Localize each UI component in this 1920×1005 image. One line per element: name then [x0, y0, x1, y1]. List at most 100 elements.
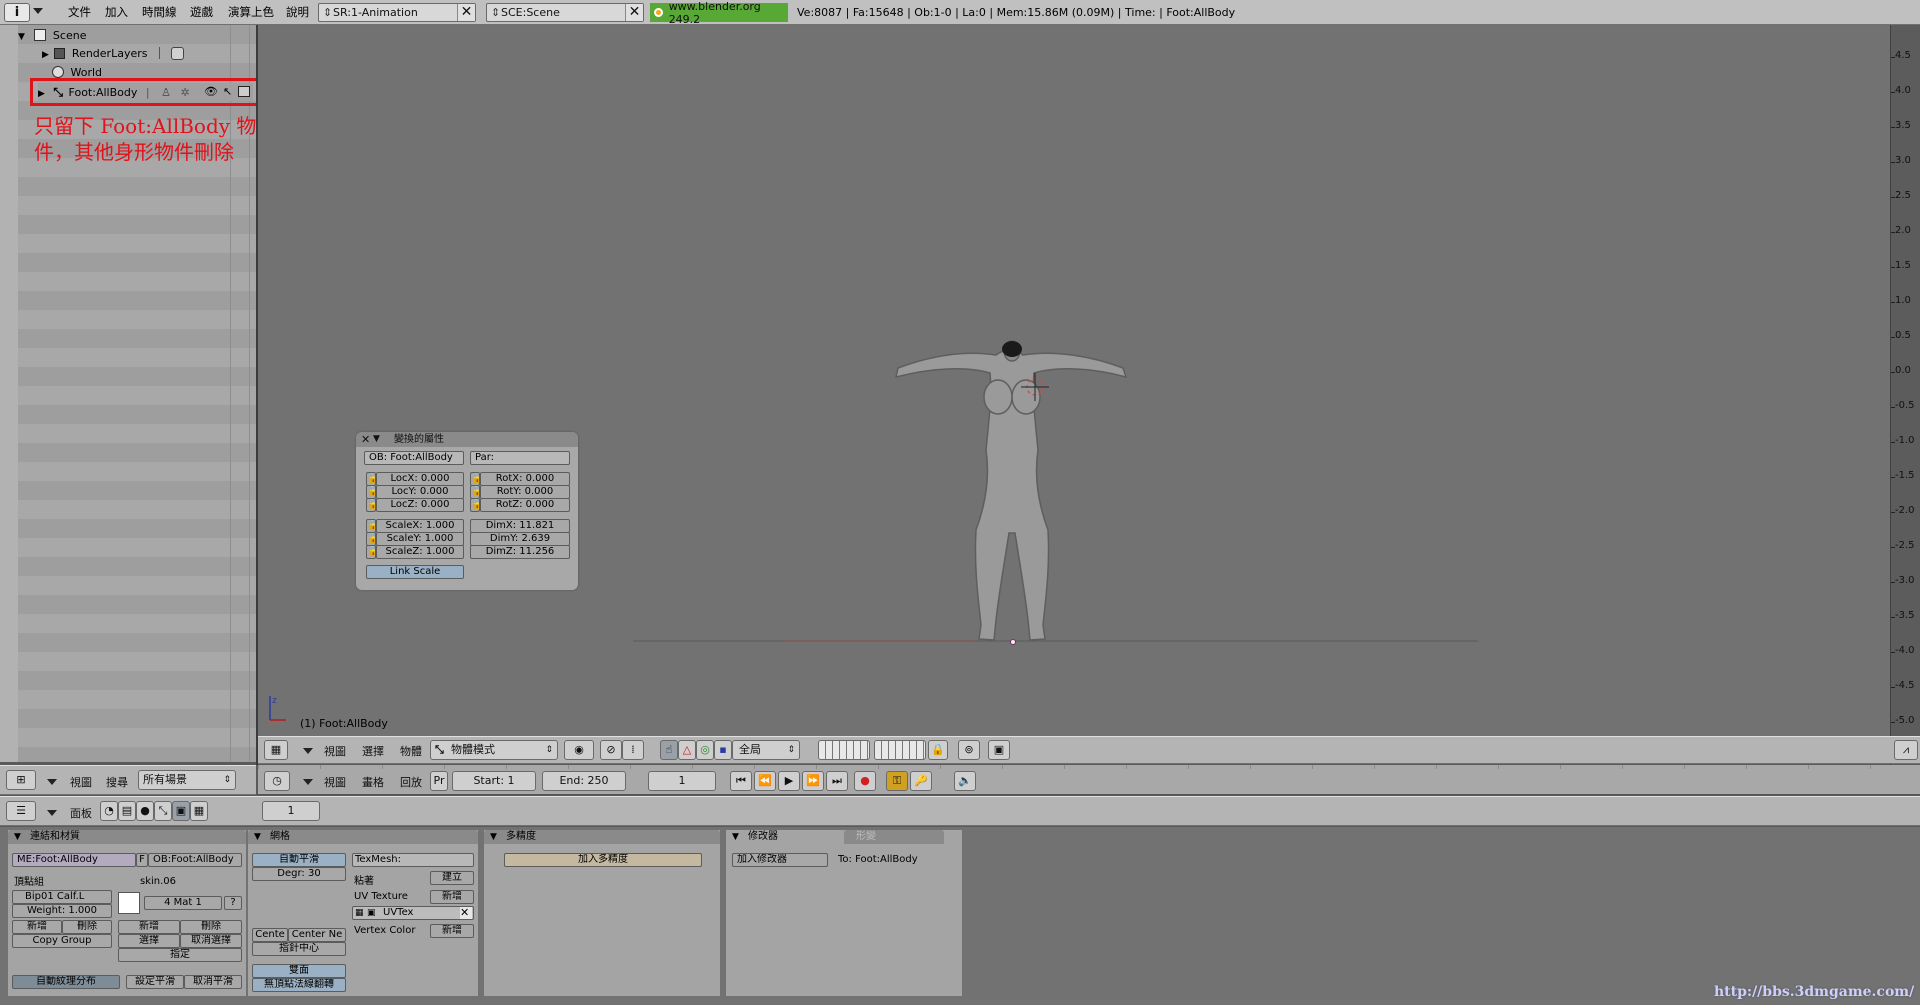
modifiers-tab[interactable]: ▼ 修改器 [726, 830, 844, 844]
proportional-icon[interactable]: ⁞ [622, 740, 644, 760]
link-scale-button[interactable]: Link Scale [366, 565, 464, 579]
preview-range-button[interactable]: Pr [430, 771, 448, 791]
screen-selector[interactable]: ⇕SR:1-Animation ✕ [318, 3, 476, 22]
copy-group-button[interactable]: Copy Group [12, 934, 112, 948]
view3d-menu-view[interactable]: 視圖 [324, 743, 346, 759]
timeline-collapse-icon[interactable] [303, 779, 313, 785]
vgroup-new-button[interactable]: 新增 [12, 920, 62, 934]
multires-panel-header[interactable]: ▼ 多精度 [484, 830, 720, 844]
blender-website-link[interactable]: www.blender.org 249.2 [650, 0, 788, 26]
parent-field[interactable]: Par: [470, 451, 570, 465]
scalex-field[interactable]: ScaleX: 1.000 [376, 519, 464, 533]
sticky-make-button[interactable]: 建立 [430, 871, 474, 885]
lock-locx-icon[interactable]: 🔒 [366, 472, 376, 486]
render-camera-view-icon[interactable]: ▣ [988, 740, 1010, 760]
set-smooth-button[interactable]: 設定平滑 [126, 975, 184, 989]
pivot-icon[interactable]: ⊘ [600, 740, 622, 760]
jump-start-icon[interactable]: ⏮ [730, 771, 752, 791]
material-assign-button[interactable]: 指定 [118, 948, 242, 962]
uv-texture-new-button[interactable]: 新增 [430, 890, 474, 904]
lock-locz-icon[interactable]: 🔒 [366, 498, 376, 512]
dimx-field[interactable]: DimX: 11.821 [470, 519, 570, 533]
record-icon[interactable]: ● [854, 771, 876, 791]
autosmooth-toggle[interactable]: 自動平滑 [252, 853, 346, 867]
view3d-menu-select[interactable]: 選擇 [362, 743, 384, 759]
script-context-icon[interactable]: ▤ [118, 801, 136, 821]
info-icon[interactable]: i [4, 3, 30, 22]
manipulator-scale-icon[interactable]: ▪ [714, 740, 732, 760]
shading-context-icon[interactable]: ● [136, 801, 154, 821]
no-vnormal-flip-toggle[interactable]: 無頂點法線翻轉 [252, 978, 346, 992]
outliner-menu-search[interactable]: 搜尋 [106, 774, 128, 790]
outliner-row-scene[interactable]: ▼ Scene [18, 27, 86, 45]
dimy-field[interactable]: DimY: 2.639 [470, 532, 570, 546]
menu-timeline[interactable]: 時間線 [142, 0, 177, 25]
render-preview-icon[interactable]: ⊚ [958, 740, 980, 760]
locy-field[interactable]: LocY: 0.000 [376, 485, 464, 499]
jump-prev-key-icon[interactable]: ⏪ [754, 771, 776, 791]
mode-selector[interactable]: ⤡ 物體模式 ⇕ [430, 740, 558, 760]
keying-set-icon[interactable]: ⚿ [886, 771, 908, 791]
keyframe-key-icon[interactable]: 🔑 [910, 771, 932, 791]
roty-field[interactable]: RotY: 0.000 [480, 485, 570, 499]
locz-field[interactable]: LocZ: 0.000 [376, 498, 464, 512]
scene-selector[interactable]: ⇕SCE:Scene ✕ [486, 3, 644, 22]
lock-rotx-icon[interactable]: 🔒 [470, 472, 480, 486]
scaley-field[interactable]: ScaleY: 1.000 [376, 532, 464, 546]
dimz-field[interactable]: DimZ: 11.256 [470, 545, 570, 559]
set-solid-button[interactable]: 取消平滑 [184, 975, 242, 989]
add-multires-button[interactable]: 加入多精度 [504, 853, 702, 867]
scene-context-icon[interactable]: ▦ [190, 801, 208, 821]
lock-roty-icon[interactable]: 🔒 [470, 485, 480, 499]
material-new-button[interactable]: 新增 [118, 920, 180, 934]
screen-delete-button[interactable]: ✕ [457, 4, 475, 21]
centre-button[interactable]: Cente [252, 928, 288, 942]
menu-render[interactable]: 演算上色 [228, 0, 274, 25]
add-modifier-button[interactable]: 加入修改器 [732, 853, 828, 867]
lock-rotz-icon[interactable]: 🔒 [470, 498, 480, 512]
draw-type-icon[interactable]: ◉ [564, 740, 594, 760]
outliner-menu-view[interactable]: 視圖 [70, 774, 92, 790]
uvtex-delete-icon[interactable]: ✕ [460, 907, 472, 919]
fake-user-button[interactable]: F [136, 853, 148, 867]
outliner-collapse-icon[interactable] [47, 779, 57, 785]
render-toggle-icon[interactable] [171, 47, 185, 60]
object-name-field[interactable]: OB: Foot:AllBody [364, 451, 464, 465]
mesh-panel-header[interactable]: ▼ 網格 [248, 830, 478, 844]
layer-lock-icon[interactable]: 🔒 [928, 740, 948, 760]
object-context-icon[interactable]: ⤡ [154, 801, 172, 821]
mesh-datablock-field[interactable]: ME:Foot:AllBody [12, 853, 136, 867]
buttons-collapse-icon[interactable] [47, 810, 57, 816]
current-frame-field[interactable]: 1 [648, 771, 716, 791]
layer-buttons-right[interactable] [874, 740, 926, 760]
auto-texspace-button[interactable]: 自動紋理分布 [12, 975, 120, 989]
autosmooth-degree-field[interactable]: Degr: 30 [252, 867, 346, 881]
scene-delete-button[interactable]: ✕ [625, 4, 643, 21]
3d-viewport[interactable]: z (1) Foot:AllBody ✕ ▼ 變換的屬性 OB: Foot:Al… [258, 25, 1890, 736]
view3d-collapse-icon[interactable] [303, 748, 313, 754]
timeline-menu-view[interactable]: 視圖 [324, 774, 346, 790]
material-color-swatch[interactable] [118, 892, 140, 914]
outliner-editor-type-icon[interactable]: ⊞ [6, 770, 36, 790]
uvtex-layer-row[interactable]: ▦ ▣ UVTex ✕ [352, 906, 474, 920]
header-collapse-icon[interactable] [33, 8, 43, 14]
outliner[interactable]: ▼ Scene ▶ RenderLayers World ▶ ⤡ Foot:Al… [0, 25, 259, 762]
vertex-group-selector[interactable]: Bip01 Calf.L [12, 890, 112, 904]
lock-locy-icon[interactable]: 🔒 [366, 485, 376, 499]
menu-add[interactable]: 加入 [105, 0, 128, 25]
material-select-button[interactable]: 選擇 [118, 934, 180, 948]
material-index-field[interactable]: 4 Mat 1 [144, 896, 222, 910]
lock-scaley-icon[interactable]: 🔒 [366, 532, 376, 546]
jump-end-icon[interactable]: ⏭ [826, 771, 848, 791]
panel-collapse-icon[interactable]: ▼ [373, 432, 380, 447]
layer-buttons-left[interactable] [818, 740, 870, 760]
editor-type-grid-icon[interactable]: ▦ [264, 740, 288, 760]
material-help-button[interactable]: ? [224, 896, 242, 910]
weight-field[interactable]: Weight: 1.000 [12, 904, 112, 918]
centre-new-button[interactable]: Center Ne [288, 928, 346, 942]
vgroup-delete-button[interactable]: 刪除 [62, 920, 112, 934]
buttons-frame-field[interactable]: 1 [262, 801, 320, 821]
logic-context-icon[interactable]: ◔ [100, 801, 118, 821]
texmesh-field[interactable]: TexMesh: [352, 853, 474, 867]
material-deselect-button[interactable]: 取消選擇 [180, 934, 242, 948]
